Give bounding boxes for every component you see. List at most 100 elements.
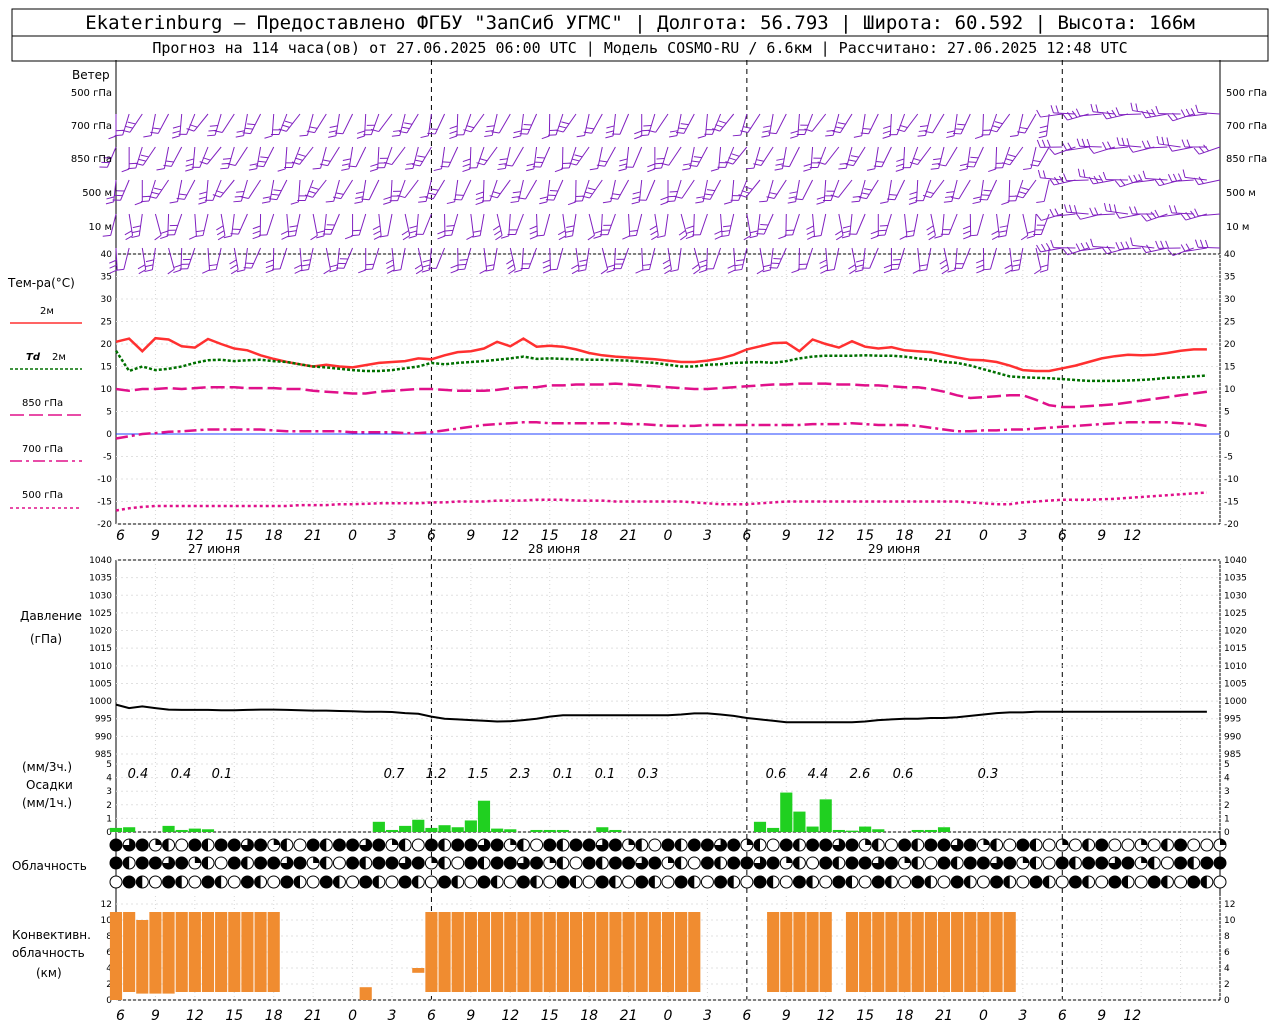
wind-barb bbox=[600, 213, 603, 236]
cloud-symbol-1-65 bbox=[963, 856, 977, 870]
wind-barb-feather bbox=[647, 163, 656, 168]
cloud-fill bbox=[596, 857, 603, 869]
wind-barb-feather bbox=[529, 230, 538, 235]
wind-barb-feather bbox=[1194, 239, 1199, 248]
wind-barb-feather bbox=[803, 163, 812, 167]
wind-barb-feather bbox=[883, 125, 891, 129]
cloud-fill bbox=[320, 857, 327, 869]
wind-barb-feather bbox=[1023, 167, 1032, 171]
time-tick-top-9: 9 bbox=[466, 528, 475, 544]
pressure-ytick-left: 985 bbox=[95, 750, 112, 760]
wind-barb bbox=[1024, 113, 1037, 134]
wind-barb-feather bbox=[998, 230, 1007, 233]
wind-barb-feather bbox=[329, 269, 338, 273]
cloud-symbol-0-77 bbox=[1121, 838, 1135, 852]
wind-barb bbox=[157, 113, 170, 134]
precip-bar-24 bbox=[425, 827, 438, 832]
cloud-symbol-0-2 bbox=[135, 838, 149, 852]
time-tick-top-15: 3 bbox=[703, 528, 712, 544]
wind-barb-feather bbox=[1167, 114, 1174, 122]
wind-barb-feather bbox=[427, 192, 436, 196]
wind-barb-feather bbox=[408, 230, 417, 234]
wind-barb bbox=[348, 146, 354, 169]
time-tick-bottom-15: 3 bbox=[703, 1008, 712, 1024]
temp-ytick-left: 10 bbox=[101, 385, 113, 395]
wind-barb-feather bbox=[731, 153, 740, 157]
time-tick-top-13: 21 bbox=[620, 528, 638, 544]
cloud-fill bbox=[767, 876, 774, 888]
wind-barb-feather bbox=[1034, 269, 1042, 275]
cloud-symbol-1-9 bbox=[227, 856, 241, 870]
wind-barb bbox=[588, 213, 595, 236]
wind-barb-feather bbox=[1101, 246, 1108, 254]
temp-ytick-left: 25 bbox=[101, 318, 112, 328]
wind-barb-feather bbox=[696, 196, 705, 199]
wind-barb-feather bbox=[890, 268, 899, 271]
wind-barb-feather bbox=[691, 264, 699, 270]
precip-3h-label-10: 0.6 bbox=[766, 767, 787, 782]
wind-barb-feather bbox=[510, 200, 519, 204]
wind-barb-feather bbox=[308, 190, 316, 194]
cloud-fill bbox=[1082, 876, 1089, 888]
wind-barb bbox=[1172, 146, 1194, 152]
wind-barb bbox=[585, 247, 590, 270]
wind-barb bbox=[1040, 213, 1050, 235]
wind-barb-feather bbox=[443, 234, 452, 237]
temp-ytick-left: 40 bbox=[101, 250, 113, 260]
wind-barb bbox=[248, 179, 261, 199]
wind-barb-feather bbox=[156, 168, 165, 171]
wind-barb-feather bbox=[776, 158, 785, 161]
wind-barb bbox=[747, 113, 761, 133]
wind-barb-feather bbox=[165, 160, 174, 163]
wind-barb-feather bbox=[968, 161, 977, 163]
conv-bar-68 bbox=[1003, 912, 1016, 992]
cloud-symbol-0-41 bbox=[648, 838, 662, 852]
wind-barb bbox=[681, 179, 695, 199]
cloud-symbol-2-84 bbox=[1213, 875, 1227, 889]
cloud-fill bbox=[556, 839, 563, 851]
wind-barb-feather bbox=[606, 269, 615, 273]
wind-barb-feather bbox=[492, 225, 501, 231]
wind-barb-feather bbox=[883, 269, 892, 274]
wind-barb-feather bbox=[612, 193, 621, 196]
wind-barb-feather bbox=[507, 264, 515, 270]
wind-barb-feather bbox=[185, 158, 194, 162]
conv-bar-39 bbox=[622, 912, 635, 992]
wind-barb bbox=[404, 179, 419, 198]
cloud-fill bbox=[333, 876, 340, 888]
wind-barb bbox=[358, 213, 367, 236]
wind-barb bbox=[745, 179, 761, 198]
conv-ytick-left: 12 bbox=[101, 900, 112, 910]
wind-barb-feather bbox=[862, 128, 871, 130]
wind-barb-feather bbox=[878, 229, 887, 232]
wind-barb-feather bbox=[202, 157, 211, 161]
wind-barb-feather bbox=[926, 225, 934, 231]
wind-barb-feather bbox=[316, 235, 325, 239]
cloud-symbol-0-44 bbox=[687, 838, 701, 852]
precip-bar-27 bbox=[464, 820, 477, 832]
wind-barb bbox=[422, 213, 432, 235]
cloud-fill bbox=[1022, 857, 1029, 863]
wind-barb-feather bbox=[449, 135, 458, 140]
cloud-symbol-1-27 bbox=[464, 856, 478, 870]
wind-barb-feather bbox=[1141, 140, 1146, 149]
wind-barb-feather bbox=[294, 264, 302, 269]
wind-barb bbox=[979, 179, 984, 202]
wind-barb-feather bbox=[134, 201, 143, 206]
cloud-symbol-2-30 bbox=[503, 875, 517, 889]
wind-barb-feather bbox=[875, 161, 885, 163]
wind-barb-feather bbox=[643, 124, 652, 127]
wind-barb-feather bbox=[850, 155, 859, 158]
wind-barb-feather bbox=[526, 163, 535, 167]
cloud-fill bbox=[1069, 857, 1076, 869]
time-tick-bottom-8: 6 bbox=[427, 1008, 436, 1024]
day-label-3: 29 июня bbox=[868, 542, 921, 556]
wind-barb bbox=[469, 146, 472, 170]
cloud-fill bbox=[806, 876, 813, 888]
wind-barb bbox=[220, 179, 235, 198]
cloud-symbol-2-9 bbox=[227, 875, 241, 889]
wind-barb-feather bbox=[683, 163, 692, 166]
wind-barb bbox=[628, 213, 631, 236]
time-tick-bottom-1: 9 bbox=[151, 1008, 160, 1024]
wind-barb-feather bbox=[151, 191, 160, 195]
